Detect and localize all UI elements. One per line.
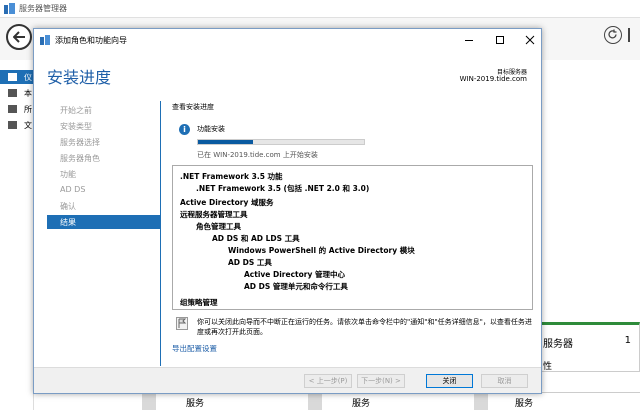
dashboard-icon — [8, 73, 17, 81]
flag-note-icon — [176, 317, 188, 330]
bottom-separator — [142, 393, 156, 410]
maximize-button[interactable] — [493, 33, 507, 47]
tile-count: 1 — [624, 335, 631, 346]
export-settings-link[interactable]: 导出配置设置 — [172, 343, 217, 354]
bottom-cell: 服务 — [352, 399, 371, 409]
result-item: 角色管理工具 — [196, 222, 241, 231]
sidebar-item-file-services[interactable]: 文 — [0, 118, 34, 132]
wizard-step-confirmation: 确认 — [60, 202, 76, 211]
bottom-cell: 服务 — [515, 399, 534, 409]
tile-sub-label: 性 — [543, 362, 553, 372]
maximize-icon — [496, 36, 504, 44]
wizard-step-features: 功能 — [60, 170, 76, 179]
wizard-step-ad-ds: AD DS — [60, 185, 86, 194]
cancel-button[interactable]: 取消 — [481, 374, 528, 388]
wizard-step-results[interactable]: 结果 — [47, 215, 160, 229]
close-button[interactable] — [523, 33, 537, 47]
refresh-button[interactable] — [604, 26, 622, 44]
arrow-left-icon — [13, 31, 25, 43]
wizard-title: 添加角色和功能向导 — [55, 36, 127, 45]
install-progress-bar — [197, 139, 365, 145]
progress-status-text: 已在 WIN-2019.tide.com 上开始安装 — [197, 151, 318, 159]
sidebar-item-local-server[interactable]: 本 — [0, 86, 34, 100]
close-wizard-button[interactable]: 关闭 — [426, 374, 473, 388]
sidebar-item-all-servers[interactable]: 所 — [0, 102, 34, 116]
result-item: 远程服务器管理工具 — [180, 210, 248, 219]
result-item: AD DS 和 AD LDS 工具 — [212, 234, 300, 243]
notifications-flag-icon[interactable] — [628, 28, 638, 42]
result-item: AD DS 工具 — [228, 258, 272, 267]
wizard-app-icon — [40, 35, 50, 45]
servers-icon — [8, 105, 17, 113]
bottom-cell: 服务 — [186, 399, 205, 409]
close-icon — [525, 35, 535, 45]
servers-tile[interactable]: 服务器 1 性 — [540, 322, 640, 372]
refresh-icon — [608, 29, 617, 39]
wizard-titlebar[interactable]: 添加角色和功能向导 — [34, 29, 541, 51]
server-manager-title: 服务器管理器 — [19, 4, 67, 13]
result-item: Active Directory 域服务 — [180, 198, 274, 207]
server-manager-app-icon — [4, 3, 15, 14]
bottom-separator — [308, 393, 322, 410]
tile-label: 服务器 — [543, 339, 573, 350]
target-server-name: WIN-2019.tide.com — [459, 75, 527, 83]
result-item: .NET Framework 3.5 (包括 .NET 2.0 和 3.0) — [196, 184, 370, 193]
install-status-label: 功能安装 — [197, 125, 225, 133]
progress-fill — [198, 140, 253, 144]
result-item: Windows PowerShell 的 Active Directory 模块 — [228, 246, 415, 255]
file-services-icon — [8, 121, 17, 129]
wizard-step-before-you-begin: 开始之前 — [60, 106, 92, 115]
next-button[interactable]: 下一步(N) > — [357, 374, 405, 388]
bottom-separator — [474, 393, 488, 410]
server-manager-titlebar: 服务器管理器 — [0, 0, 640, 18]
info-icon: i — [179, 124, 190, 135]
previous-button[interactable]: < 上一步(P) — [304, 374, 352, 388]
install-results-list[interactable]: .NET Framework 3.5 功能 .NET Framework 3.5… — [172, 165, 533, 310]
result-item: AD DS 管理单元和命令行工具 — [244, 282, 348, 291]
minimize-icon — [465, 40, 473, 41]
wizard-footer: < 上一步(P) 下一步(N) > 关闭 取消 — [34, 367, 541, 393]
section-title: 查看安装进度 — [172, 103, 214, 111]
add-roles-wizard-dialog: 添加角色和功能向导 安装进度 目标服务器 WIN-2019.tide.com 开… — [33, 28, 542, 394]
result-item: Active Directory 管理中心 — [244, 270, 345, 279]
back-button[interactable] — [6, 24, 32, 50]
wizard-note: 你可以关闭此向导而不中断正在运行的任务。请依次单击命令栏中的"通知"和"任务详细… — [197, 318, 532, 336]
page-title: 安装进度 — [47, 68, 112, 87]
wizard-step-server-selection: 服务器选择 — [60, 138, 100, 147]
result-item: .NET Framework 3.5 功能 — [180, 172, 283, 181]
wizard-step-installation-type: 安装类型 — [60, 122, 92, 131]
server-manager-sidebar: 仪 本 所 文 — [0, 60, 34, 410]
server-icon — [8, 89, 17, 97]
wizard-step-server-roles: 服务器角色 — [60, 154, 100, 163]
sidebar-item-dashboard[interactable]: 仪 — [0, 70, 34, 84]
nav-divider — [160, 101, 161, 366]
minimize-button[interactable] — [462, 33, 476, 47]
server-manager-bottom-row: 服务 服务 服务 — [34, 392, 640, 410]
result-item: 组策略管理 — [180, 298, 218, 307]
